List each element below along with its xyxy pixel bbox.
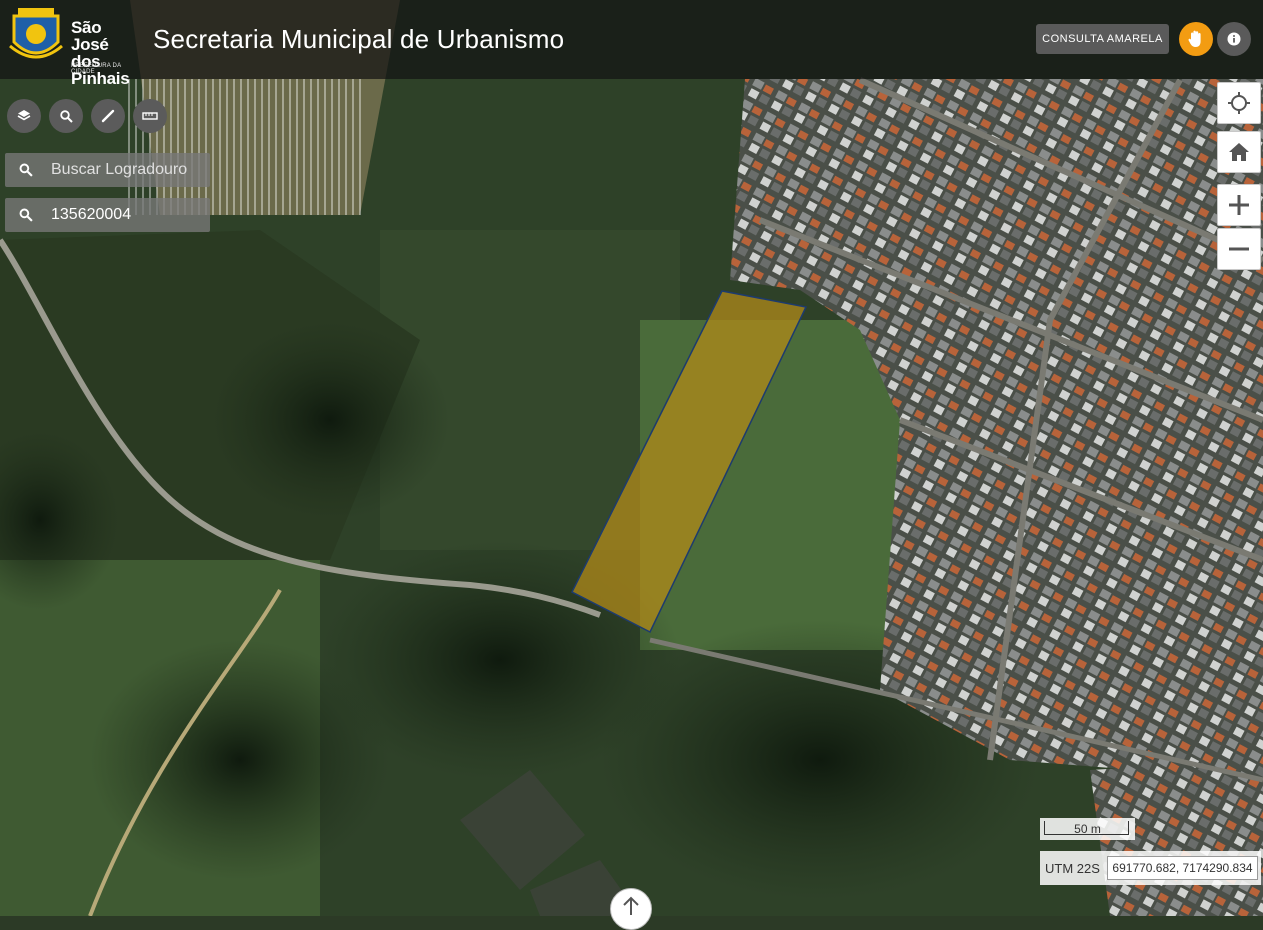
north-arrow-button[interactable] bbox=[610, 888, 652, 930]
zoom-out-icon bbox=[1229, 247, 1249, 251]
coordinate-system-label: UTM 22S bbox=[1045, 861, 1100, 876]
home-button[interactable] bbox=[1217, 131, 1261, 173]
search-icon bbox=[19, 208, 33, 222]
coordinate-value[interactable]: 691770.682, 7174290.834 bbox=[1107, 856, 1258, 880]
street-search bbox=[5, 153, 210, 187]
street-search-input[interactable] bbox=[51, 153, 206, 187]
ruler-icon bbox=[142, 112, 158, 120]
lot-search-input[interactable] bbox=[51, 198, 206, 232]
scale-bar: 50 m bbox=[1040, 818, 1135, 840]
logo-text: São José dos Pinhais bbox=[71, 19, 136, 87]
layers-icon bbox=[17, 110, 31, 121]
lot-search bbox=[5, 198, 210, 232]
search-icon bbox=[19, 163, 33, 177]
consulta-amarela-button[interactable]: CONSULTA AMARELA bbox=[1036, 24, 1169, 54]
city-logo[interactable]: São José dos Pinhais PREFEITURA DA CIDAD… bbox=[8, 6, 136, 87]
zoom-in-icon bbox=[1229, 195, 1249, 215]
city-crest-icon bbox=[9, 8, 63, 59]
layers-button[interactable] bbox=[7, 99, 41, 133]
logo-line1: São José bbox=[71, 18, 109, 54]
draw-button[interactable] bbox=[91, 99, 125, 133]
info-button[interactable] bbox=[1217, 22, 1251, 56]
home-icon bbox=[1229, 143, 1249, 161]
arrow-up-icon bbox=[623, 896, 639, 915]
scale-label: 50 m bbox=[1074, 822, 1101, 836]
zoom-out-button[interactable] bbox=[1217, 228, 1261, 270]
aerial-map[interactable] bbox=[0, 0, 1263, 916]
info-icon bbox=[1227, 32, 1241, 46]
pan-hand-button[interactable] bbox=[1179, 22, 1213, 56]
hand-icon bbox=[1188, 30, 1201, 47]
logo-subtitle: PREFEITURA DA CIDADE bbox=[71, 63, 121, 75]
search-tool-button[interactable] bbox=[49, 99, 83, 133]
pencil-icon bbox=[101, 109, 115, 123]
locate-button[interactable] bbox=[1217, 82, 1261, 124]
coordinate-readout: UTM 22S 691770.682, 7174290.834 bbox=[1040, 851, 1261, 885]
measure-button[interactable] bbox=[133, 99, 167, 133]
page-title: Secretaria Municipal de Urbanismo bbox=[153, 24, 565, 54]
locate-icon bbox=[1228, 92, 1250, 114]
zoom-in-button[interactable] bbox=[1217, 184, 1261, 226]
header-bar: São José dos Pinhais PREFEITURA DA CIDAD… bbox=[0, 0, 1263, 87]
search-icon bbox=[59, 109, 73, 123]
